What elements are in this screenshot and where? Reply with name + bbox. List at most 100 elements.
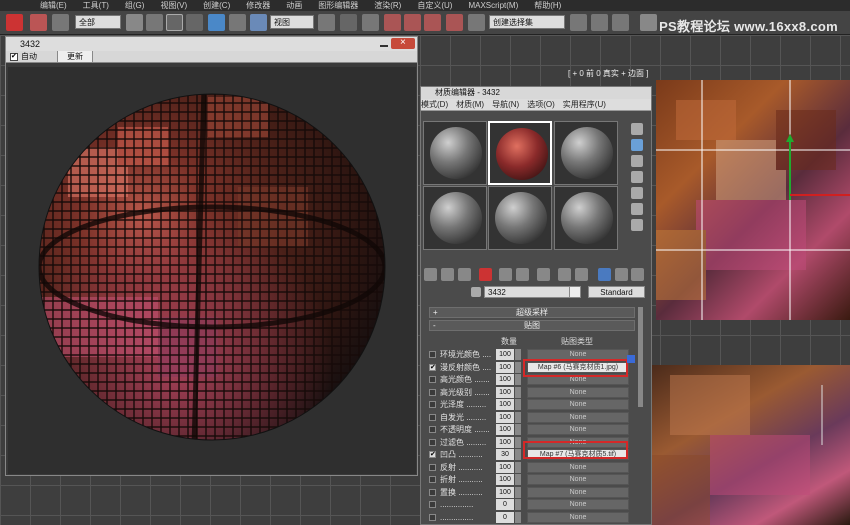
menu-animation[interactable]: 动画 — [286, 0, 302, 11]
show-end-result-icon[interactable] — [575, 268, 588, 281]
map-amount-field[interactable]: 100 — [496, 361, 514, 373]
map-amount-field[interactable]: 100 — [496, 386, 514, 398]
map-slot-button[interactable]: None — [527, 486, 629, 498]
video-color-check-icon[interactable] — [631, 187, 643, 199]
amount-spinner[interactable] — [515, 361, 521, 373]
map-enable-checkbox[interactable] — [429, 438, 436, 446]
material-slot-3[interactable] — [554, 121, 618, 185]
amount-spinner[interactable] — [515, 461, 521, 473]
maps-scrollbar[interactable] — [638, 307, 643, 407]
map-enable-checkbox[interactable] — [429, 413, 436, 421]
map-slot-button[interactable]: None — [527, 386, 629, 398]
menu-modifiers[interactable]: 修改器 — [246, 0, 270, 11]
align-icon[interactable] — [591, 14, 608, 31]
menu-create[interactable]: 创建(C) — [203, 0, 230, 11]
put-to-library-icon[interactable] — [516, 268, 529, 281]
select-by-material-icon[interactable] — [631, 268, 644, 281]
med-menu-material[interactable]: 材质(M) — [456, 99, 484, 110]
amount-spinner[interactable] — [515, 399, 521, 410]
background-icon[interactable] — [631, 155, 643, 167]
mirror-icon[interactable] — [570, 14, 587, 31]
amount-spinner[interactable] — [515, 511, 521, 523]
edit-named-selection-icon[interactable] — [468, 14, 485, 31]
map-enable-checkbox[interactable] — [429, 513, 436, 521]
rollout-maps[interactable]: - 贴图 — [429, 320, 635, 331]
menu-views[interactable]: 视图(V) — [160, 0, 187, 11]
snap-toggle-icon[interactable] — [384, 14, 401, 31]
material-type-button[interactable]: Standard — [588, 286, 645, 298]
minimize-icon[interactable] — [379, 39, 389, 49]
map-amount-field[interactable]: 0 — [496, 511, 514, 523]
map-enable-checkbox[interactable] — [429, 363, 436, 371]
go-to-parent-icon[interactable] — [598, 268, 611, 281]
rollout-supersampling[interactable]: + 超级采样 — [429, 307, 635, 318]
map-enable-checkbox[interactable] — [429, 388, 436, 396]
close-icon[interactable] — [391, 36, 415, 50]
map-enable-checkbox[interactable] — [429, 351, 436, 358]
amount-spinner[interactable] — [515, 499, 521, 510]
make-preview-icon[interactable] — [631, 203, 643, 215]
map-amount-field[interactable]: 100 — [496, 474, 514, 485]
map-slot-button[interactable]: None — [527, 461, 629, 473]
map-slot-button[interactable]: None — [527, 411, 629, 423]
select-manipulate-icon[interactable] — [340, 14, 357, 31]
material-id-channel-icon[interactable] — [537, 268, 550, 281]
amount-spinner[interactable] — [515, 374, 521, 385]
move-icon[interactable] — [208, 14, 225, 31]
med-menu-mode[interactable]: 模式(D) — [421, 99, 448, 110]
reset-map-icon[interactable] — [479, 268, 492, 281]
options-icon[interactable] — [631, 219, 643, 231]
map-amount-field[interactable]: 100 — [496, 461, 514, 473]
percent-snap-icon[interactable] — [424, 14, 441, 31]
pivot-icon[interactable] — [318, 14, 335, 31]
rect-selection-icon[interactable] — [166, 14, 183, 31]
menu-maxscript[interactable]: MAXScript(M) — [468, 1, 518, 10]
map-amount-field[interactable]: 100 — [496, 349, 514, 360]
material-slot-5[interactable] — [488, 186, 552, 250]
layer-manager-icon[interactable] — [612, 14, 629, 31]
map-amount-field[interactable]: 100 — [496, 424, 514, 435]
map-slot-button[interactable]: None — [527, 511, 629, 523]
front-viewport-render[interactable] — [656, 80, 850, 320]
map-slot-button[interactable]: None — [527, 399, 629, 410]
med-menu-options[interactable]: 选项(O) — [527, 99, 555, 110]
rotate-icon[interactable] — [229, 14, 246, 31]
map-amount-field[interactable]: 30 — [496, 449, 514, 460]
menu-tools[interactable]: 工具(T) — [83, 0, 109, 11]
angle-snap-icon[interactable] — [404, 14, 421, 31]
reference-coordinate-dropdown[interactable]: 视图 — [270, 15, 314, 29]
link-icon[interactable] — [30, 14, 47, 31]
undo-icon[interactable] — [6, 14, 23, 31]
map-amount-field[interactable]: 100 — [496, 399, 514, 410]
pick-material-icon[interactable] — [471, 287, 481, 297]
amount-spinner[interactable] — [515, 436, 521, 448]
map-enable-checkbox[interactable] — [429, 463, 436, 471]
chevron-down-icon[interactable] — [569, 287, 580, 297]
map-enable-checkbox[interactable] — [429, 426, 436, 433]
amount-spinner[interactable] — [515, 386, 521, 398]
map-enable-checkbox[interactable] — [429, 488, 436, 496]
med-menu-navigation[interactable]: 导航(N) — [492, 99, 519, 110]
menu-graph-editors[interactable]: 图形编辑器 — [318, 0, 358, 11]
scale-icon[interactable] — [250, 14, 267, 31]
sample-type-icon[interactable] — [631, 123, 643, 135]
select-by-name-icon[interactable] — [146, 14, 163, 31]
perspective-viewport-render[interactable] — [650, 365, 850, 525]
get-material-icon[interactable] — [424, 268, 437, 281]
amount-spinner[interactable] — [515, 424, 521, 435]
window-crossing-icon[interactable] — [186, 14, 203, 31]
material-slot-1[interactable] — [423, 121, 487, 185]
map-enable-checkbox[interactable] — [429, 501, 436, 508]
amount-spinner[interactable] — [515, 474, 521, 485]
map-slot-button[interactable]: None — [527, 474, 629, 485]
map-amount-field[interactable]: 100 — [496, 374, 514, 385]
assign-material-icon[interactable] — [458, 268, 471, 281]
menu-help[interactable]: 帮助(H) — [534, 0, 561, 11]
material-name-field[interactable]: 3432 — [484, 286, 581, 298]
amount-spinner[interactable] — [515, 349, 521, 360]
amount-spinner[interactable] — [515, 411, 521, 423]
menu-rendering[interactable]: 渲染(R) — [374, 0, 401, 11]
map-enable-checkbox[interactable] — [429, 376, 436, 383]
apply-map-icon[interactable] — [627, 355, 635, 363]
amount-spinner[interactable] — [515, 449, 521, 460]
